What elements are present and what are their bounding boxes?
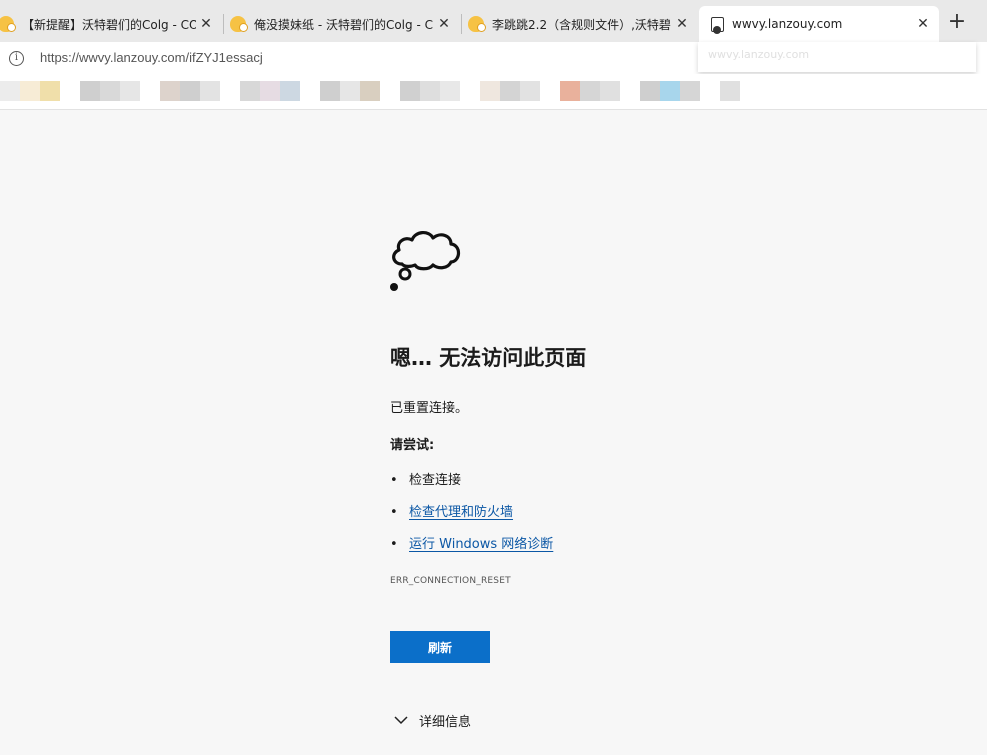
url-text[interactable]: https://wwvy.lanzouy.com/ifZYJ1essacj xyxy=(40,50,263,65)
try-label: 请尝试: xyxy=(390,438,435,453)
favorite-item-blurred[interactable] xyxy=(120,81,140,101)
favorite-item-blurred[interactable] xyxy=(680,81,700,101)
suggestion-item: • 检查连接 xyxy=(390,469,461,488)
colg-favicon-icon xyxy=(230,16,248,32)
tab-title: 俺没摸妹纸 - 沃特碧们的Colg - C xyxy=(254,17,433,32)
favorite-item-blurred[interactable] xyxy=(560,81,580,101)
thought-cloud-icon xyxy=(390,231,461,291)
favorite-item-blurred[interactable] xyxy=(40,81,60,101)
favorite-item-blurred[interactable] xyxy=(500,81,520,101)
error-heading: 嗯… 无法访问此页面 xyxy=(390,346,587,370)
favorite-item-blurred[interactable] xyxy=(720,81,740,101)
favorite-item-blurred[interactable] xyxy=(0,81,20,101)
refresh-button[interactable]: 刷新 xyxy=(390,631,490,663)
bullet: • xyxy=(390,505,398,520)
close-icon[interactable]: ✕ xyxy=(672,16,692,32)
suggestion-item: • 检查代理和防火墙 xyxy=(390,501,513,520)
check-connection-text: 检查连接 xyxy=(409,473,462,488)
colg-favicon-icon xyxy=(468,16,486,32)
check-proxy-firewall-link[interactable]: 检查代理和防火墙 xyxy=(409,505,513,520)
tab-hover-preview: wwvy.lanzouy.com xyxy=(698,42,976,72)
bullet: • xyxy=(390,537,398,552)
favorite-item-blurred[interactable] xyxy=(320,81,340,101)
site-info-icon[interactable]: i xyxy=(9,51,24,66)
favorite-item-blurred[interactable] xyxy=(280,81,300,101)
favorite-item-blurred[interactable] xyxy=(200,81,220,101)
favorite-item-blurred[interactable] xyxy=(100,81,120,101)
tab-title: 【新提醒】沃特碧们的Colg - COL xyxy=(22,17,196,32)
error-reason: 已重置连接。 xyxy=(390,401,469,416)
suggestion-item: • 运行 Windows 网络诊断 xyxy=(390,533,553,552)
favorite-item-blurred[interactable] xyxy=(580,81,600,101)
tab-colg-tiaotiao[interactable]: 李跳跳2.2（含规则文件）,沃特碧 ✕ xyxy=(462,6,698,42)
favorite-item-blurred[interactable] xyxy=(240,81,260,101)
close-icon[interactable]: ✕ xyxy=(196,16,216,32)
tab-colg-reminder[interactable]: 【新提醒】沃特碧们的Colg - COL ✕ xyxy=(0,6,222,42)
tab-title: wwvy.lanzouy.com xyxy=(732,17,843,31)
favorite-item-blurred[interactable] xyxy=(400,81,420,101)
details-label: 详细信息 xyxy=(419,715,472,730)
close-icon[interactable]: ✕ xyxy=(434,16,454,32)
close-icon[interactable]: ✕ xyxy=(913,16,933,32)
tab-title: 李跳跳2.2（含规则文件）,沃特碧 xyxy=(492,17,671,32)
favorite-item-blurred[interactable] xyxy=(660,81,680,101)
favorite-item-blurred[interactable] xyxy=(260,81,280,101)
favorite-item-blurred[interactable] xyxy=(520,81,540,101)
favorite-item-blurred[interactable] xyxy=(480,81,500,101)
bullet: • xyxy=(390,473,398,488)
error-page: 嗯… 无法访问此页面 已重置连接。 请尝试: • 检查连接 • 检查代理和防火墙 •… xyxy=(0,111,987,755)
preview-text: wwvy.lanzouy.com xyxy=(708,48,810,61)
tab-lanzouy-active[interactable]: wwvy.lanzouy.com ✕ xyxy=(699,6,939,42)
new-tab-button[interactable]: + xyxy=(944,10,970,36)
favorite-item-blurred[interactable] xyxy=(20,81,40,101)
tab-colg-post[interactable]: 俺没摸妹纸 - 沃特碧们的Colg - C ✕ xyxy=(224,6,460,42)
favorite-item-blurred[interactable] xyxy=(600,81,620,101)
chevron-down-icon xyxy=(394,716,408,725)
details-toggle[interactable]: 详细信息 xyxy=(394,711,471,730)
favorite-item-blurred[interactable] xyxy=(180,81,200,101)
favorite-item-blurred[interactable] xyxy=(360,81,380,101)
tab-strip: 【新提醒】沃特碧们的Colg - COL ✕ 俺没摸妹纸 - 沃特碧们的Colg… xyxy=(0,0,987,42)
favorite-item-blurred[interactable] xyxy=(340,81,360,101)
favorite-item-blurred[interactable] xyxy=(160,81,180,101)
page-error-icon xyxy=(711,16,724,34)
error-code: ERR_CONNECTION_RESET xyxy=(390,576,511,586)
favorite-item-blurred[interactable] xyxy=(640,81,660,101)
run-network-diagnostics-link[interactable]: 运行 Windows 网络诊断 xyxy=(409,537,553,552)
favorites-bar xyxy=(0,74,987,110)
favorite-item-blurred[interactable] xyxy=(80,81,100,101)
favorite-item-blurred[interactable] xyxy=(420,81,440,101)
colg-favicon-icon xyxy=(0,16,16,32)
favorite-item-blurred[interactable] xyxy=(440,81,460,101)
